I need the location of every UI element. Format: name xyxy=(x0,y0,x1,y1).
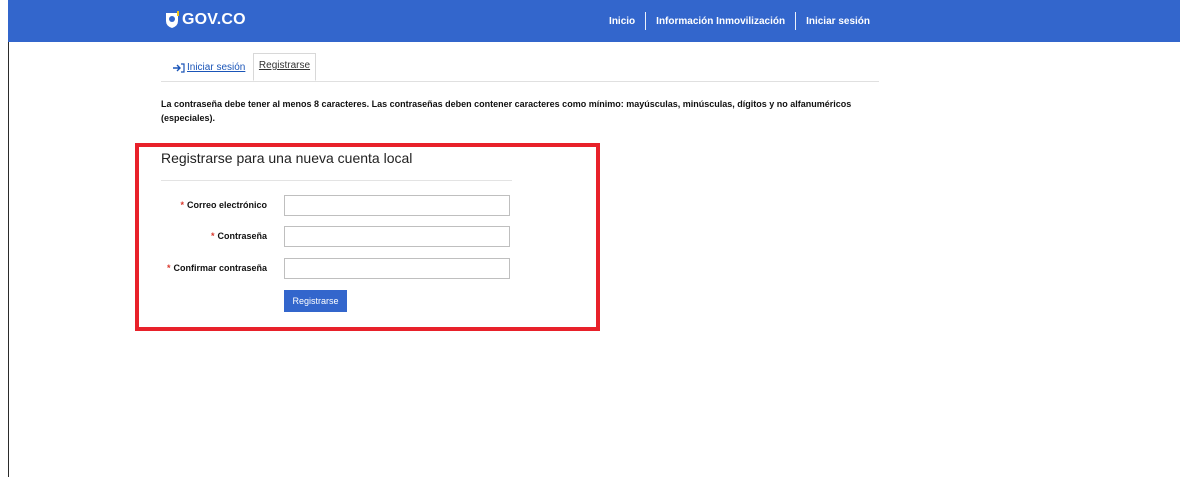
email-field[interactable] xyxy=(284,195,510,216)
logo-text: GOV.CO xyxy=(182,11,246,28)
required-marker: * xyxy=(210,231,215,241)
required-marker: * xyxy=(180,200,184,210)
required-marker: * xyxy=(166,263,171,273)
nav-separator xyxy=(795,12,797,30)
govco-logo[interactable]: GOV.CO xyxy=(165,8,246,32)
coat-of-arms-icon xyxy=(166,11,179,28)
auth-tabs: Iniciar sesión Registrarse xyxy=(161,53,879,82)
title-divider xyxy=(161,180,512,181)
confirm-password-field[interactable] xyxy=(284,258,510,279)
password-row: * Contraseña xyxy=(155,226,515,248)
password-label: * Contraseña xyxy=(210,231,267,241)
email-label: * Correo electrónico xyxy=(180,200,267,210)
tab-iniciar-sesion[interactable]: Iniciar sesión xyxy=(173,62,245,73)
sign-in-icon xyxy=(173,62,185,73)
nav-inicio[interactable]: Inicio xyxy=(599,16,645,27)
password-requirements-notice: La contraseña debe tener al menos 8 cara… xyxy=(161,99,852,123)
form-title: Registrarse para una nueva cuenta local xyxy=(161,150,413,166)
nav-separator xyxy=(645,12,647,30)
nav-iniciar-sesion[interactable]: Iniciar sesión xyxy=(796,16,880,27)
register-button[interactable]: Registrarse xyxy=(284,290,347,312)
main-nav: Inicio Información Inmovilización Inicia… xyxy=(599,12,880,30)
top-navigation-bar: GOV.CO Inicio Información Inmovilización… xyxy=(8,0,1180,42)
password-field[interactable] xyxy=(284,226,510,247)
tab-registrarse[interactable]: Registrarse xyxy=(253,53,316,81)
nav-informacion-inmovilizacion[interactable]: Información Inmovilización xyxy=(646,16,795,27)
tab-iniciar-sesion-label: Iniciar sesión xyxy=(187,62,246,73)
confirm-password-label: * Confirmar contraseña xyxy=(166,263,267,273)
confirm-password-row: * Confirmar contraseña xyxy=(155,258,515,280)
email-row: * Correo electrónico xyxy=(155,195,515,217)
window-edge xyxy=(0,0,9,477)
